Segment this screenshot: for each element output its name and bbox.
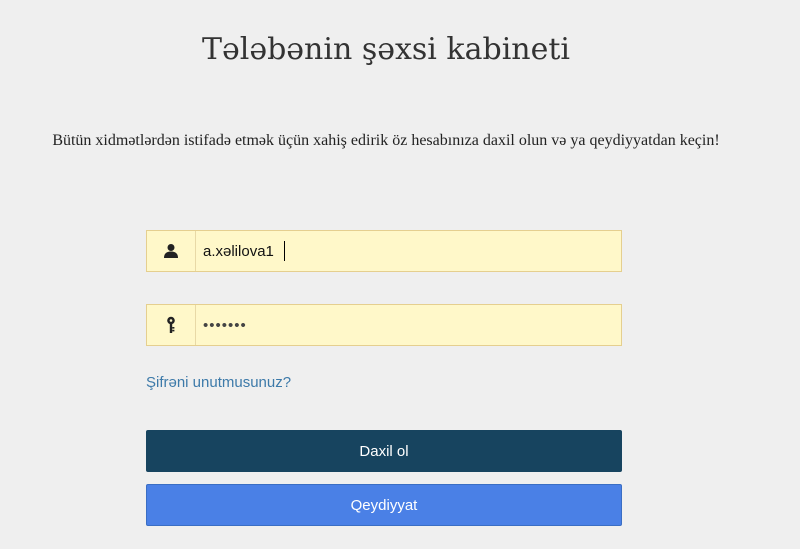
- key-icon: [147, 305, 196, 345]
- password-field[interactable]: [146, 304, 622, 346]
- username-input[interactable]: [197, 231, 617, 271]
- login-button[interactable]: Daxil ol: [146, 430, 622, 472]
- user-icon: [147, 231, 196, 271]
- text-caret: [284, 241, 285, 261]
- register-button[interactable]: Qeydiyyat: [146, 484, 622, 526]
- page-title: Tələbənin şəxsi kabineti: [201, 32, 571, 67]
- password-input[interactable]: [197, 305, 617, 345]
- intro-text: Bütün xidmətlərdən istifadə etmək üçün x…: [52, 132, 720, 149]
- forgot-password-link[interactable]: Şifrəni unutmusunuz?: [146, 374, 291, 392]
- username-field[interactable]: [146, 230, 622, 272]
